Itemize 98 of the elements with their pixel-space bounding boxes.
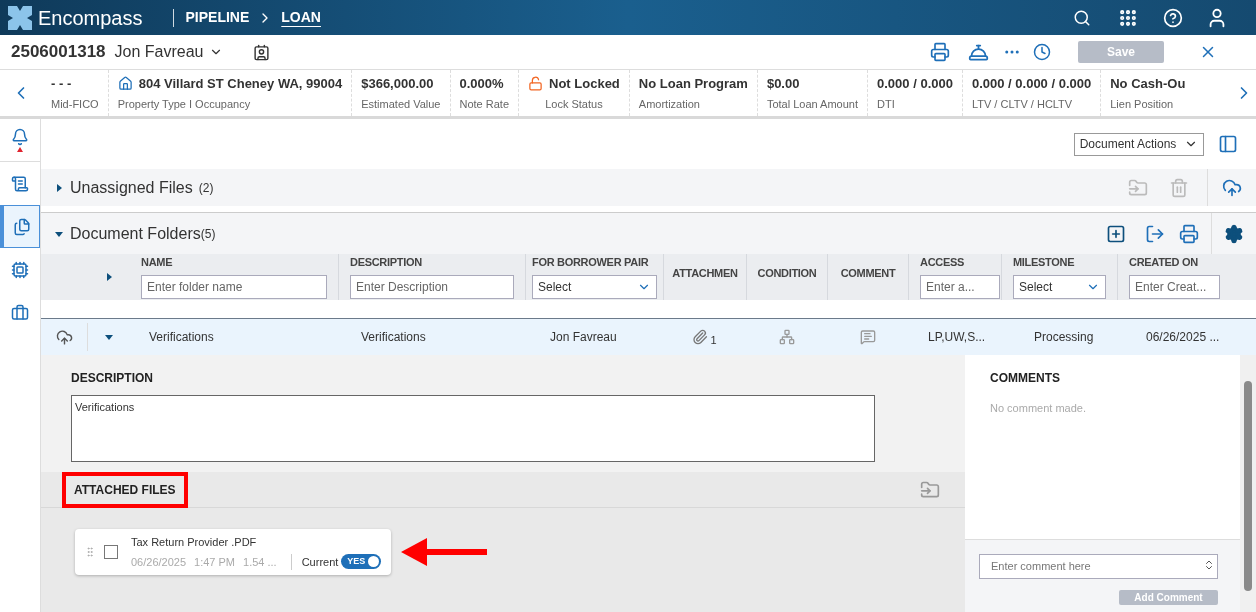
add-folder-icon[interactable]: [1106, 223, 1126, 244]
search-icon[interactable]: [1073, 8, 1091, 27]
alert-triangle-icon: [17, 147, 23, 152]
filter-field[interactable]: Enter Creat...: [1129, 275, 1220, 299]
file-checkbox[interactable]: [104, 545, 118, 559]
breadcrumb-link[interactable]: LOAN: [281, 7, 321, 28]
filter-field[interactable]: Enter a...: [920, 275, 1000, 299]
loan-number: 2506001318: [11, 41, 106, 64]
help-icon[interactable]: [1163, 7, 1183, 28]
empty-comments-message: No comment made.: [990, 401, 1087, 416]
contact-card-icon[interactable]: [253, 43, 271, 61]
description-label: DESCRIPTION: [71, 370, 154, 387]
cloud-upload-icon[interactable]: [1222, 177, 1242, 198]
file-size: 1.54 ...: [243, 554, 277, 570]
list-icon: [11, 174, 29, 193]
paperclip-icon[interactable]: [692, 329, 709, 345]
summary-label: Property Type I Occupancy: [117, 97, 252, 112]
print-icon[interactable]: [1179, 223, 1199, 244]
attached-files-label: ATTACHED FILES: [62, 471, 188, 508]
cloud-upload-icon[interactable]: [55, 328, 73, 346]
summary-value: 0.000 / 0.000: [877, 74, 953, 93]
documents-icon: [12, 217, 31, 236]
scrollbar-thumb[interactable]: [1244, 381, 1252, 591]
file-count: (2): [198, 179, 214, 197]
print-icon[interactable]: [930, 42, 950, 62]
summary-label: Lien Position: [1110, 97, 1175, 112]
file-time: 1:47 PM: [194, 554, 236, 570]
summary-value: No Loan Program: [638, 74, 748, 93]
export-icon[interactable]: [1145, 223, 1165, 244]
chip-icon: [11, 260, 29, 279]
brand-name: Encompass: [38, 5, 143, 31]
history-icon[interactable]: [1033, 43, 1051, 61]
current-toggle[interactable]: YES: [341, 554, 382, 570]
summary-value: No Cash-Ou: [1110, 74, 1186, 93]
table-cell-text: Jon Favreau: [550, 329, 617, 346]
briefcase-icon: [11, 303, 29, 322]
column-header[interactable]: CONDITION: [757, 266, 817, 280]
section-title: Unassigned Files: [70, 177, 193, 198]
summary-label: DTI: [877, 97, 896, 112]
section-title: Document Folders: [70, 223, 201, 244]
summary-label: Estimated Value: [361, 97, 441, 112]
column-header[interactable]: COMMENT: [840, 266, 896, 280]
filter-dropdown[interactable]: Select: [532, 275, 657, 299]
summary-label: Total Loan Amount: [766, 97, 859, 112]
table-cell-text: Verifications: [361, 329, 426, 346]
summary-value: 804 Villard ST Cheney WA, 99004: [138, 74, 343, 93]
comment-field[interactable]: Enter comment here: [979, 553, 1218, 579]
drag-handle-icon[interactable]: [84, 546, 96, 558]
filter-dropdown[interactable]: Select: [1013, 275, 1106, 299]
column-header[interactable]: DESCRIPTION: [350, 255, 514, 269]
folder-count: (5): [200, 225, 216, 243]
borrower-dropdown[interactable]: Jon Favreau: [114, 40, 224, 64]
column-header[interactable]: NAME: [141, 255, 327, 269]
unlocked-padlock-icon: [528, 75, 544, 91]
table-cell-text: Processing: [1034, 329, 1094, 346]
file-card[interactable]: Tax Return Provider .PDF 06/26/2025 1:47 PM 1.54 ... Current YES: [75, 529, 391, 575]
column-header[interactable]: ATTACHMEN: [672, 266, 738, 280]
comment-icon[interactable]: [859, 329, 876, 345]
stepper-icon[interactable]: [1203, 559, 1215, 571]
sidebar-tab[interactable]: [0, 205, 40, 248]
summary-value: 0.000 / 0.000 / 0.000: [971, 74, 1092, 93]
logo-icon: [8, 5, 32, 30]
document-actions-dropdown[interactable]: Document Actions: [1074, 132, 1204, 156]
house-icon: [117, 75, 133, 91]
breadcrumb-link[interactable]: PIPELINE: [185, 7, 250, 28]
description-field[interactable]: Verifications: [71, 395, 875, 462]
summary-label: Amortization: [638, 97, 701, 112]
file-date: 06/26/2025: [131, 554, 187, 570]
file-name: Tax Return Provider .PDF: [131, 535, 258, 550]
attachment-count: 1: [710, 332, 717, 348]
comments-title: COMMENTS: [990, 370, 1061, 387]
summary-value: 0.000%: [459, 74, 504, 93]
column-header[interactable]: CREATED ON: [1129, 255, 1220, 269]
column-header[interactable]: ACCESS: [920, 255, 990, 269]
column-header[interactable]: FOR BORROWER PAIR: [532, 255, 657, 269]
current-label: Current: [301, 554, 339, 570]
summary-label: Note Rate: [459, 97, 510, 112]
panel-toggle-icon[interactable]: [1218, 134, 1238, 154]
filter-field[interactable]: Enter folder name: [141, 275, 327, 299]
apps-grid-icon[interactable]: [1118, 7, 1138, 28]
column-header[interactable]: MILESTONE: [1013, 255, 1106, 269]
table-cell-text: Verifications: [149, 329, 214, 346]
table-cell-text: LP,UW,S...: [928, 329, 986, 346]
folder-row[interactable]: Verifications Verifications Jon Favreau 1 LP,UW,S... Processing 06/26/2025 ...: [41, 318, 1256, 355]
row-caret-icon[interactable]: [104, 332, 114, 342]
table-cell-text: 06/26/2025 ...: [1146, 329, 1220, 346]
summary-label: Mid-FICO: [51, 97, 99, 112]
summary-value: - - -: [51, 74, 72, 93]
summary-value: $366,000.00: [361, 74, 434, 93]
summary-value: Not Locked: [549, 74, 620, 93]
expand-all-caret-icon[interactable]: [104, 272, 114, 282]
filter-field[interactable]: Enter Description: [350, 275, 514, 299]
summary-label: LTV / CLTV / HCLTV: [971, 97, 1074, 112]
summary-label: Lock Status: [545, 97, 603, 112]
condition-icon[interactable]: [778, 329, 795, 345]
bell-icon: [11, 128, 29, 146]
expand-caret-icon[interactable]: [54, 182, 64, 193]
summary-value: $0.00: [766, 74, 800, 93]
